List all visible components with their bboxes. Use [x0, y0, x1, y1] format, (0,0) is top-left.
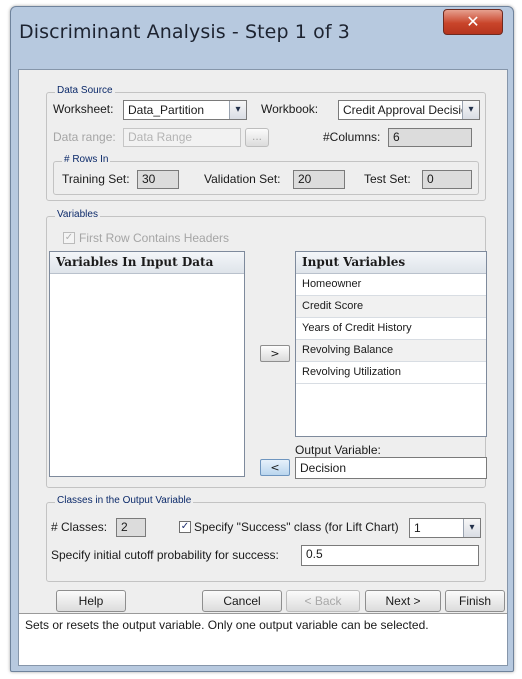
- num-classes-field: 2: [116, 518, 146, 537]
- input-variables-header: Input Variables: [296, 252, 486, 274]
- validation-set-label: Validation Set:: [204, 172, 281, 186]
- input-data-listbox[interactable]: Variables In Input Data: [49, 251, 245, 477]
- next-button[interactable]: Next >: [365, 590, 441, 612]
- test-set-field: 0: [422, 170, 472, 189]
- back-button: < Back: [286, 590, 360, 612]
- list-item[interactable]: Homeowner: [296, 274, 486, 296]
- cutoff-label: Specify initial cutoff probability for s…: [51, 548, 279, 562]
- workbook-label: Workbook:: [261, 102, 319, 116]
- help-button[interactable]: Help: [56, 590, 126, 612]
- first-row-headers-checkbox: ✓: [63, 232, 75, 244]
- input-variables-listbox[interactable]: Input Variables Homeowner Credit Score Y…: [295, 251, 487, 437]
- chevron-down-icon[interactable]: ▾: [463, 519, 480, 537]
- dialog-client: Data Source Worksheet: Data_Partition ▾ …: [18, 69, 508, 666]
- list-item[interactable]: Years of Credit History: [296, 318, 486, 340]
- title-bar[interactable]: Discriminant Analysis - Step 1 of 3 ✕: [11, 7, 513, 67]
- training-set-label: Training Set:: [62, 172, 130, 186]
- data-source-group: Data Source Worksheet: Data_Partition ▾ …: [46, 85, 486, 201]
- chevron-down-icon[interactable]: ▾: [462, 101, 479, 119]
- checkmark-icon: ✓: [180, 521, 190, 532]
- data-range-button: ...: [245, 128, 269, 147]
- close-button[interactable]: ✕: [443, 9, 503, 35]
- specify-success-checkbox[interactable]: ✓: [179, 521, 191, 533]
- remove-variable-button[interactable]: <: [260, 459, 290, 476]
- training-set-field: 30: [137, 170, 179, 189]
- workbook-value: Credit Approval Decisio: [343, 103, 468, 117]
- test-set-label: Test Set:: [364, 172, 411, 186]
- classes-group-label: Classes in the Output Variable: [55, 495, 194, 506]
- data-range-label: Data range:: [53, 130, 116, 144]
- specify-success-label: Specify "Success" class (for Lift Chart): [194, 520, 399, 534]
- dialog-window: Discriminant Analysis - Step 1 of 3 ✕ Da…: [10, 6, 514, 672]
- cutoff-field[interactable]: 0.5: [301, 545, 479, 566]
- worksheet-label: Worksheet:: [53, 102, 114, 116]
- chevron-down-icon[interactable]: ▾: [229, 101, 246, 119]
- classes-group: Classes in the Output Variable # Classes…: [46, 495, 486, 582]
- checkmark-icon: ✓: [64, 232, 74, 243]
- status-text: Sets or resets the output variable. Only…: [19, 613, 507, 665]
- list-item[interactable]: Revolving Balance: [296, 340, 486, 362]
- worksheet-value: Data_Partition: [128, 103, 205, 117]
- columns-field: 6: [388, 128, 472, 147]
- list-item[interactable]: Credit Score: [296, 296, 486, 318]
- output-variable-label: Output Variable:: [295, 443, 381, 457]
- data-range-field: Data Range: [123, 128, 241, 147]
- cancel-button[interactable]: Cancel: [202, 590, 282, 612]
- add-variable-button[interactable]: >: [260, 345, 290, 362]
- data-source-group-label: Data Source: [55, 85, 115, 96]
- success-class-select[interactable]: 1 ▾: [409, 518, 481, 538]
- window-title: Discriminant Analysis - Step 1 of 3: [19, 21, 350, 43]
- validation-set-field: 20: [293, 170, 345, 189]
- output-variable-field[interactable]: Decision: [295, 457, 487, 479]
- list-item[interactable]: Revolving Utilization: [296, 362, 486, 384]
- columns-label: #Columns:: [323, 130, 381, 144]
- finish-button[interactable]: Finish: [445, 590, 505, 612]
- success-class-value: 1: [414, 521, 421, 535]
- variables-group: Variables ✓ First Row Contains Headers V…: [46, 209, 487, 488]
- workbook-select[interactable]: Credit Approval Decisio ▾: [338, 100, 480, 120]
- num-classes-label: # Classes:: [51, 520, 108, 534]
- variables-group-label: Variables: [55, 209, 100, 220]
- input-data-header: Variables In Input Data: [50, 252, 244, 274]
- close-icon: ✕: [466, 12, 480, 31]
- rows-in-group: # Rows In Training Set: 30 Validation Se…: [53, 154, 479, 195]
- worksheet-select[interactable]: Data_Partition ▾: [123, 100, 247, 120]
- first-row-headers-label: First Row Contains Headers: [79, 231, 230, 245]
- rows-in-group-label: # Rows In: [62, 154, 111, 165]
